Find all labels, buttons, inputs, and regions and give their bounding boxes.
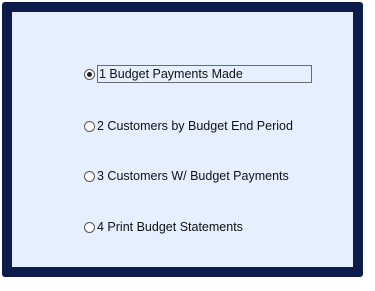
option-print-budget-statements[interactable]: 4 Print Budget Statements bbox=[84, 217, 243, 237]
radio-button-selected[interactable] bbox=[84, 68, 95, 80]
option-label: 4 Print Budget Statements bbox=[97, 220, 243, 234]
report-options-area: 1 Budget Payments Made 2 Customers by Bu… bbox=[12, 12, 353, 267]
radio-button[interactable] bbox=[84, 221, 95, 233]
option-customers-with-budget-payments[interactable]: 3 Customers W/ Budget Payments bbox=[84, 166, 289, 186]
option-customers-by-budget-end-period[interactable]: 2 Customers by Budget End Period bbox=[84, 116, 293, 136]
option-budget-payments-made[interactable]: 1 Budget Payments Made bbox=[84, 64, 312, 84]
radio-button[interactable] bbox=[84, 170, 95, 182]
radio-button[interactable] bbox=[84, 120, 95, 132]
option-label: 3 Customers W/ Budget Payments bbox=[97, 169, 289, 183]
option-label: 2 Customers by Budget End Period bbox=[97, 119, 293, 133]
dialog-frame: 1 Budget Payments Made 2 Customers by Bu… bbox=[0, 0, 375, 291]
option-label: 1 Budget Payments Made bbox=[97, 65, 312, 83]
dialog-panel: 1 Budget Payments Made 2 Customers by Bu… bbox=[2, 2, 363, 277]
